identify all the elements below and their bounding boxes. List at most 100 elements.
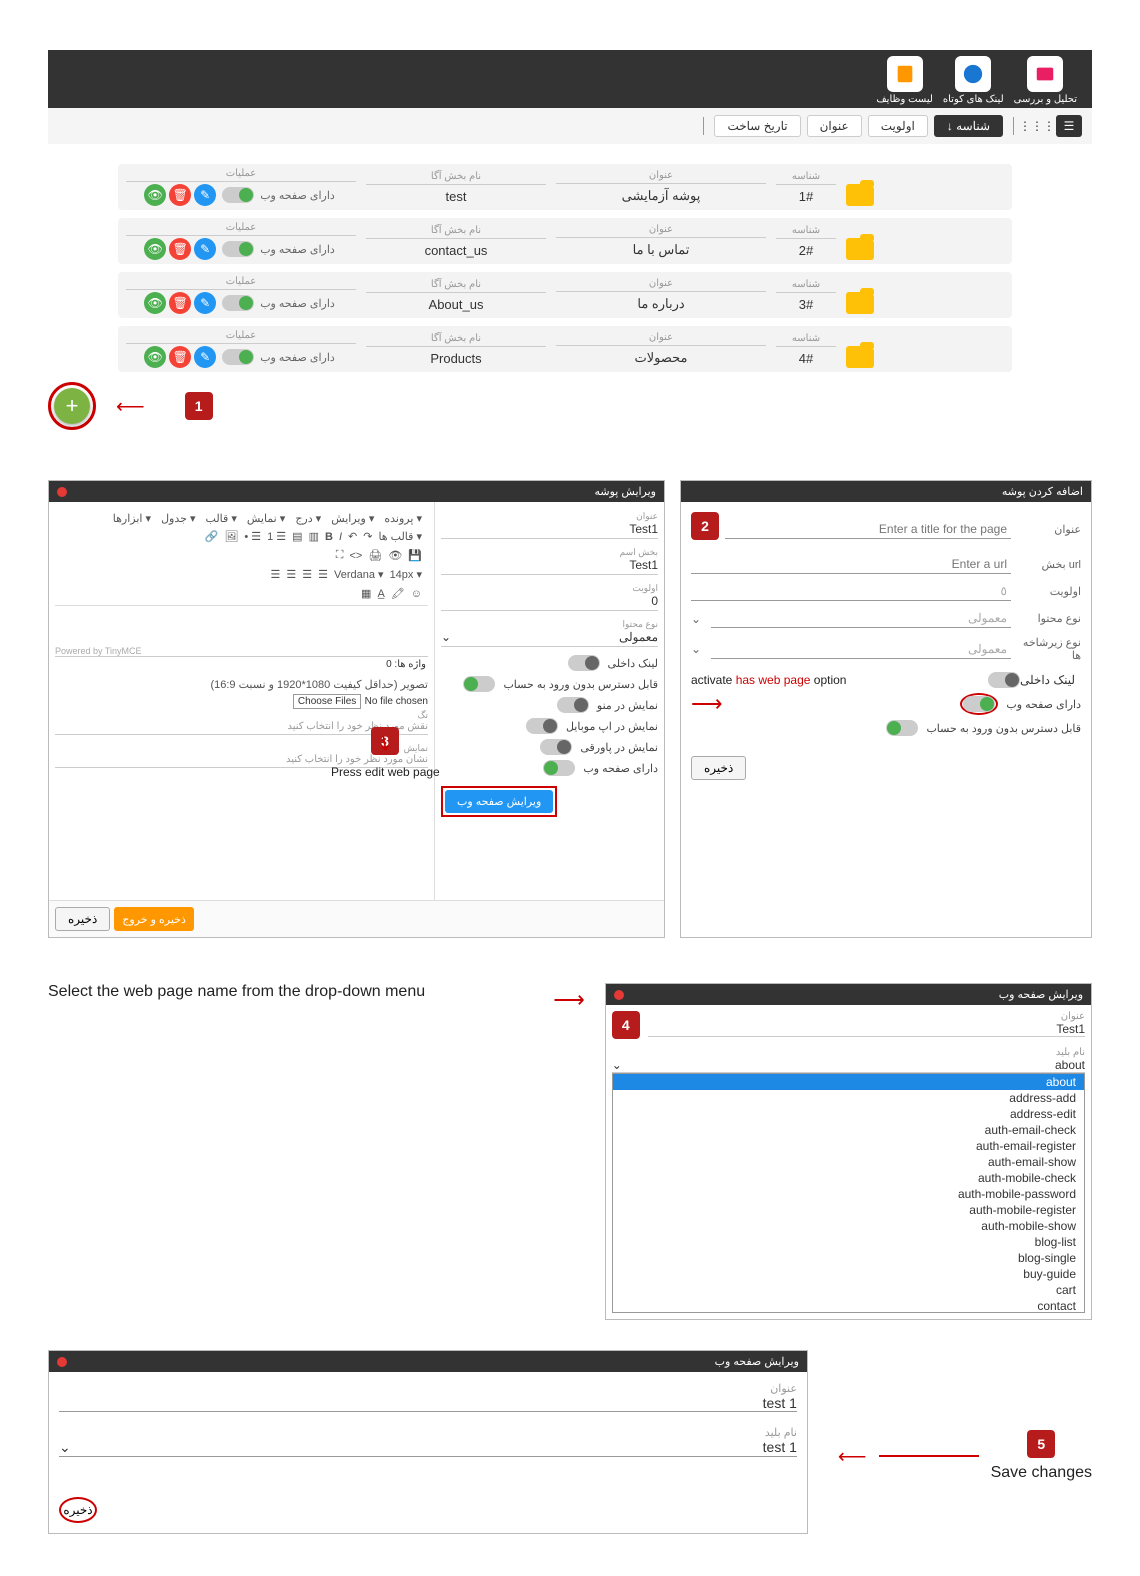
save-button[interactable]: ذخیره xyxy=(63,1503,92,1517)
edit-button[interactable]: ✎ xyxy=(194,184,216,206)
bg-color-icon[interactable]: 🖍 xyxy=(391,587,405,600)
blade-select[interactable]: test 1 xyxy=(763,1439,797,1456)
menu-format[interactable]: قالب ▾ xyxy=(206,512,237,525)
toggle-internal-link[interactable] xyxy=(568,655,600,671)
bullet-list-icon[interactable]: • ☰ xyxy=(244,530,261,543)
dropdown-option[interactable]: contact xyxy=(613,1298,1084,1313)
toggle-has-page[interactable] xyxy=(543,760,575,776)
grid-view-button[interactable]: ⋮⋮⋮ xyxy=(1024,115,1050,137)
edit-button[interactable]: ✎ xyxy=(194,292,216,314)
preview-icon[interactable]: 👁 xyxy=(388,549,402,562)
size-select[interactable]: 14px ▾ xyxy=(390,568,422,581)
toggle-has-page[interactable] xyxy=(963,696,995,712)
chevron-down-icon[interactable]: ⌄ xyxy=(691,612,701,626)
print-icon[interactable]: 🖨 xyxy=(368,549,382,562)
image-icon[interactable]: 🖼 xyxy=(224,530,238,543)
format-select[interactable]: قالب ها ▾ xyxy=(378,530,422,543)
align-center-icon[interactable]: ☰ xyxy=(302,568,312,581)
title-input[interactable] xyxy=(725,520,1011,539)
table-icon[interactable]: ▦ xyxy=(361,587,371,600)
chevron-down-icon[interactable]: ⌄ xyxy=(691,642,701,656)
view-button[interactable]: 👁 xyxy=(144,292,166,314)
dropdown-option[interactable]: buy-guide xyxy=(613,1266,1084,1282)
toggle-show-menu[interactable] xyxy=(557,697,589,713)
delete-button[interactable]: 🗑 xyxy=(169,292,191,314)
dropdown-option[interactable]: blog-single xyxy=(613,1250,1084,1266)
dropdown-option[interactable]: address-edit xyxy=(613,1106,1084,1122)
dropdown-option[interactable]: blog-list xyxy=(613,1234,1084,1250)
pill-date[interactable]: تاریخ ساخت xyxy=(714,115,800,137)
toggle-no-login[interactable] xyxy=(886,720,918,736)
pill-id[interactable]: ↓ شناسه xyxy=(934,115,1003,137)
dropdown-option[interactable]: auth-mobile-password xyxy=(613,1186,1084,1202)
pill-priority[interactable]: اولویت xyxy=(868,115,928,137)
list-view-button[interactable]: ☰ xyxy=(1056,115,1082,137)
dropdown-option[interactable]: auth-email-show xyxy=(613,1154,1084,1170)
outdent-icon[interactable]: ▥ xyxy=(309,530,319,543)
nav-short-links[interactable]: لینک های کوتاه xyxy=(943,56,1004,105)
chevron-down-icon[interactable]: ⌄ xyxy=(59,1439,71,1456)
dropdown-option[interactable]: cart xyxy=(613,1282,1084,1298)
close-icon[interactable] xyxy=(614,990,624,1000)
fullscreen-icon[interactable]: ⛶ xyxy=(336,549,344,562)
menu-insert[interactable]: درج ▾ xyxy=(295,512,321,525)
toggle-has-page[interactable] xyxy=(222,187,254,203)
delete-button[interactable]: 🗑 xyxy=(169,184,191,206)
save-exit-button[interactable]: ذخیره و خروج xyxy=(114,907,194,931)
blade-dropdown[interactable]: about address-add address-edit auth-emai… xyxy=(612,1073,1085,1313)
edit-button[interactable]: ✎ xyxy=(194,346,216,368)
save-button[interactable]: ذخیره xyxy=(691,756,746,780)
code-icon[interactable]: <> xyxy=(350,550,363,562)
menu-view[interactable]: نمایش ▾ xyxy=(247,512,285,525)
menu-edit[interactable]: ویرایش ▾ xyxy=(331,512,374,525)
link-icon[interactable]: 🔗 xyxy=(205,530,219,543)
nav-task-list[interactable]: لیست وظایف xyxy=(876,56,933,105)
choose-files-button[interactable]: Choose Files xyxy=(293,694,361,709)
priority-input[interactable]: ٥ xyxy=(691,582,1011,601)
dropdown-option[interactable]: about xyxy=(613,1074,1084,1090)
emoji-icon[interactable]: ☺ xyxy=(411,588,422,600)
blade-select[interactable]: about xyxy=(1055,1058,1085,1072)
dropdown-option[interactable]: auth-mobile-check xyxy=(613,1170,1084,1186)
font-select[interactable]: Verdana ▾ xyxy=(334,568,384,581)
delete-button[interactable]: 🗑 xyxy=(169,238,191,260)
toggle-internal-link[interactable] xyxy=(988,672,1020,688)
dropdown-option[interactable]: auth-email-register xyxy=(613,1138,1084,1154)
content-type-select[interactable]: معمولی xyxy=(711,609,1011,628)
save-icon[interactable]: 💾 xyxy=(408,549,422,562)
edit-button[interactable]: ✎ xyxy=(194,238,216,260)
add-button[interactable]: + xyxy=(54,388,90,424)
close-icon[interactable] xyxy=(57,1357,67,1367)
pill-title[interactable]: عنوان xyxy=(807,115,862,137)
nav-analytics[interactable]: تحلیل و بررسی xyxy=(1014,56,1077,105)
view-button[interactable]: 👁 xyxy=(144,238,166,260)
align-justify-icon[interactable]: ☰ xyxy=(271,568,281,581)
url-input[interactable] xyxy=(691,555,1011,574)
menu-table[interactable]: جدول ▾ xyxy=(161,512,195,525)
chevron-down-icon[interactable]: ⌄ xyxy=(441,630,451,644)
chevron-down-icon[interactable]: ⌄ xyxy=(612,1058,622,1072)
save-button[interactable]: ذخیره xyxy=(55,907,110,931)
align-right-icon[interactable]: ☰ xyxy=(286,568,296,581)
align-left-icon[interactable]: ☰ xyxy=(318,568,328,581)
title-value[interactable]: test 1 xyxy=(59,1395,797,1412)
close-icon[interactable] xyxy=(57,487,67,497)
num-list-icon[interactable]: 1 ☰ xyxy=(267,530,286,543)
dropdown-option[interactable]: address-add xyxy=(613,1090,1084,1106)
menu-file[interactable]: پرونده ▾ xyxy=(384,512,422,525)
undo-icon[interactable]: ↶ xyxy=(348,530,357,543)
toggle-has-page[interactable] xyxy=(222,349,254,365)
dropdown-option[interactable]: auth-mobile-show xyxy=(613,1218,1084,1234)
toggle-no-login[interactable] xyxy=(463,676,495,692)
redo-icon[interactable]: ↷ xyxy=(363,530,372,543)
view-button[interactable]: 👁 xyxy=(144,346,166,368)
view-button[interactable]: 👁 xyxy=(144,184,166,206)
dropdown-option[interactable]: auth-mobile-register xyxy=(613,1202,1084,1218)
dropdown-option[interactable]: auth-email-check xyxy=(613,1122,1084,1138)
menu-tools[interactable]: ابزارها ▾ xyxy=(113,512,151,525)
toggle-has-page[interactable] xyxy=(222,295,254,311)
sub-type-select[interactable]: معمولی xyxy=(711,640,1011,659)
bold-icon[interactable]: B xyxy=(325,531,333,543)
toggle-has-page[interactable] xyxy=(222,241,254,257)
italic-icon[interactable]: I xyxy=(339,531,342,543)
